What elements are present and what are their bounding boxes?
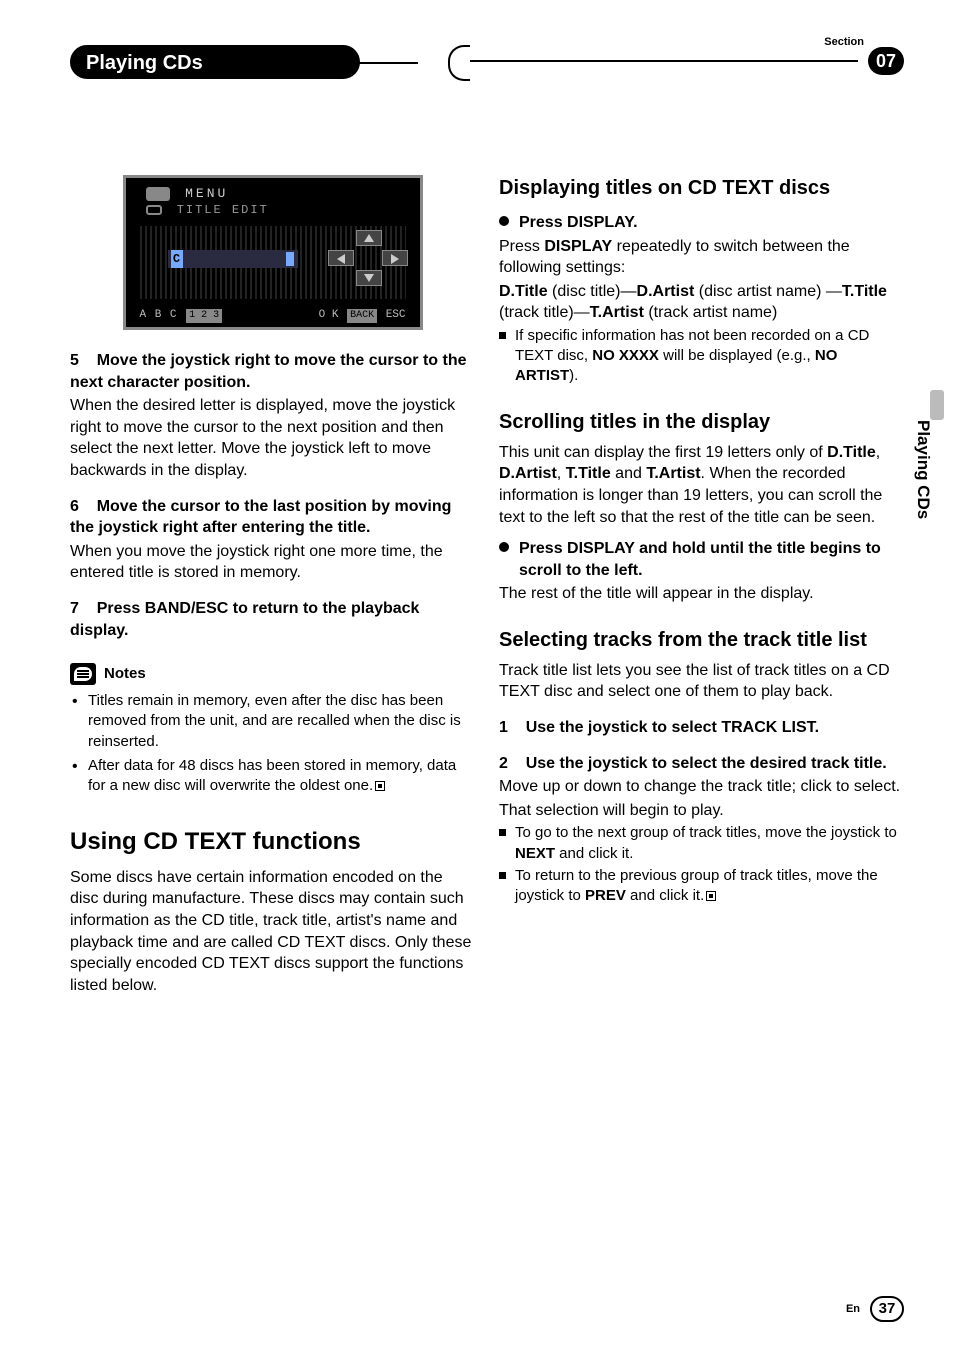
notes-label: Notes [104, 664, 146, 684]
lcd-cursor [286, 252, 294, 266]
lcd-left-icon [328, 250, 354, 266]
step-number: 5 [70, 352, 79, 369]
chapter-pill: Playing CDs [70, 45, 360, 79]
page-footer: En 37 [846, 1296, 904, 1322]
step-1: 1 Use the joystick to select TRACK LIST. [499, 717, 904, 739]
body-text: Track title list lets you see the list o… [499, 660, 904, 703]
lcd-menu-label: MENU [185, 186, 228, 201]
heading-selecting-tracks: Selecting tracks from the track title li… [499, 627, 904, 654]
side-tab: Playing CDs [911, 420, 934, 519]
lcd-esc: ESC [386, 309, 406, 321]
step-title: Use the joystick to select the desired t… [526, 755, 887, 772]
step-title: Move the joystick right to move the curs… [70, 352, 467, 391]
step-body: That selection will begin to play. [499, 800, 904, 822]
return-icon [146, 187, 170, 201]
lcd-ok: O K [319, 309, 339, 321]
note-text: After data for 48 discs has been stored … [88, 757, 456, 794]
lcd-input-field: C [168, 250, 298, 268]
action-text: Press DISPLAY and hold until the title b… [519, 540, 881, 579]
step-title: Move the cursor to the last position by … [70, 498, 451, 537]
section-label: Section [824, 35, 864, 50]
left-column: MENU TITLE EDIT C A B C 1 2 3 O [70, 175, 475, 996]
action-press-display: Press DISPLAY. [499, 212, 904, 234]
heading-scrolling: Scrolling titles in the display [499, 409, 904, 436]
page-header: Playing CDs Section 07 [70, 35, 904, 90]
heading-cd-text: Using CD TEXT functions [70, 826, 475, 858]
list-item: Titles remain in memory, even after the … [70, 691, 475, 752]
step-5: 5 Move the joystick right to move the cu… [70, 350, 475, 482]
body-text: The rest of the title will appear in the… [499, 583, 904, 605]
sub-note: If specific information has not been rec… [499, 326, 904, 387]
body-text: Press DISPLAY repeatedly to switch betwe… [499, 236, 904, 279]
step-number: 2 [499, 755, 508, 772]
notes-icon [70, 663, 96, 685]
bullet-icon [499, 542, 509, 552]
body-text: D.Title (disc title)—D.Artist (disc arti… [499, 281, 904, 324]
lcd-up-icon [356, 230, 382, 246]
step-number: 1 [499, 719, 508, 736]
end-mark-icon [706, 891, 716, 901]
end-mark-icon [375, 781, 385, 791]
sub-note: To go to the next group of track titles,… [499, 823, 904, 864]
heading-displaying-titles: Displaying titles on CD TEXT discs [499, 175, 904, 202]
lcd-body: C [140, 226, 406, 299]
lcd-abc: A B C [140, 309, 178, 321]
list-item: After data for 48 discs has been stored … [70, 756, 475, 797]
step-number: 7 [70, 600, 79, 617]
lcd-char: C [171, 250, 183, 268]
step-number: 6 [70, 498, 79, 515]
page-number: 37 [870, 1296, 904, 1322]
lcd-down-icon [356, 270, 382, 286]
step-body: When the desired letter is displayed, mo… [70, 395, 475, 481]
action-text: Press DISPLAY. [519, 214, 638, 231]
lcd-back: BACK [347, 309, 377, 323]
action-press-hold: Press DISPLAY and hold until the title b… [499, 538, 904, 581]
notes-list: Titles remain in memory, even after the … [70, 691, 475, 796]
lcd-subtitle: TITLE EDIT [177, 203, 269, 217]
lcd-right-icon [382, 250, 408, 266]
step-title: Press BAND/ESC to return to the playback… [70, 600, 419, 639]
step-title: Use the joystick to select TRACK LIST. [526, 719, 819, 736]
sub-note: To return to the previous group of track… [499, 866, 904, 907]
right-column: Displaying titles on CD TEXT discs Press… [499, 175, 904, 996]
step-6: 6 Move the cursor to the last position b… [70, 496, 475, 584]
step-2: 2 Use the joystick to select the desired… [499, 753, 904, 822]
bullet-icon [499, 216, 509, 226]
body-text: This unit can display the first 19 lette… [499, 442, 904, 528]
side-tab-marker [930, 390, 944, 420]
lcd-screenshot: MENU TITLE EDIT C A B C 1 2 3 O [123, 175, 423, 330]
notes-header: Notes [70, 663, 475, 685]
step-body: Move up or down to change the track titl… [499, 776, 904, 798]
lcd-nums: 1 2 3 [186, 309, 222, 323]
step-7: 7 Press BAND/ESC to return to the playba… [70, 598, 475, 641]
section-number: 07 [868, 47, 904, 75]
language-code: En [846, 1302, 860, 1317]
disc-icon [146, 205, 162, 215]
step-body: When you move the joystick right one mor… [70, 541, 475, 584]
cd-text-body: Some discs have certain information enco… [70, 867, 475, 997]
content-columns: MENU TITLE EDIT C A B C 1 2 3 O [70, 175, 904, 996]
